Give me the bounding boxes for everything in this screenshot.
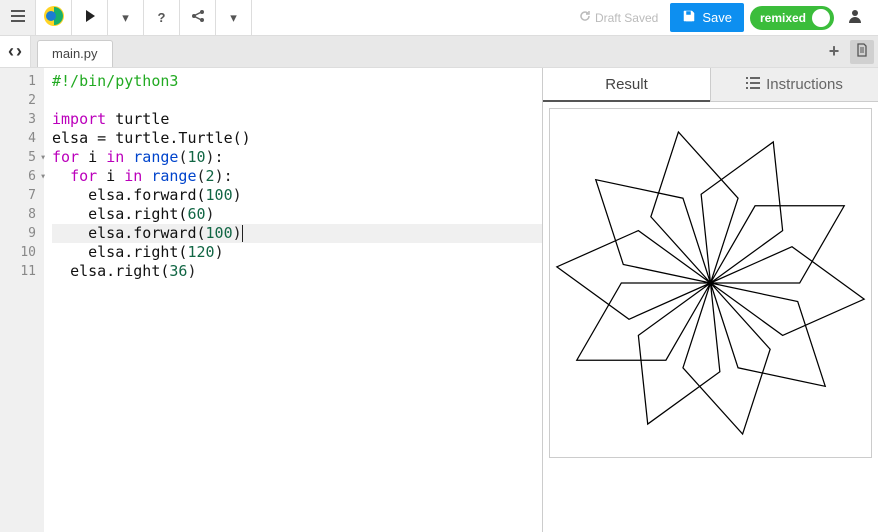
- line-number: 10: [0, 243, 44, 262]
- refresh-icon: [579, 10, 591, 25]
- app-logo[interactable]: [36, 0, 72, 35]
- play-icon: [83, 9, 97, 26]
- line-number: 11: [0, 262, 44, 281]
- draft-saved-status: Draft Saved: [573, 10, 664, 25]
- user-icon: [847, 8, 863, 27]
- code-line: import turtle: [52, 110, 542, 129]
- caret-down-icon: ▾: [122, 10, 129, 26]
- share-menu-button[interactable]: ▾: [216, 0, 252, 35]
- line-number: 3: [0, 110, 44, 129]
- code-line: elsa.right(60): [52, 205, 542, 224]
- output-panel: Result Instructions: [542, 68, 878, 532]
- share-button[interactable]: [180, 0, 216, 35]
- user-menu-button[interactable]: [840, 8, 870, 27]
- code-line: elsa.forward(100): [52, 224, 542, 243]
- main-area: 1 2 3 4 5 6 7 8 9 10 11 #!/bin/python3 i…: [0, 68, 878, 532]
- draft-saved-text: Draft Saved: [595, 11, 658, 25]
- save-button[interactable]: Save: [670, 3, 744, 32]
- list-icon: [746, 76, 760, 93]
- question-icon: ?: [158, 10, 166, 25]
- line-number: 2: [0, 91, 44, 110]
- line-number: 6: [0, 167, 44, 186]
- editor-subbar: ‹ › main.py +: [0, 36, 878, 68]
- tab-result[interactable]: Result: [543, 68, 710, 102]
- code-line: elsa = turtle.Turtle(): [52, 129, 542, 148]
- line-number: 8: [0, 205, 44, 224]
- run-button[interactable]: [72, 0, 108, 35]
- code-line: for i in range(2):: [52, 167, 542, 186]
- help-button[interactable]: ?: [144, 0, 180, 35]
- code-line: [52, 91, 542, 110]
- code-line: elsa.forward(100): [52, 186, 542, 205]
- nav-arrows: ‹ ›: [0, 36, 31, 67]
- text-cursor: [242, 225, 243, 242]
- code-editor[interactable]: 1 2 3 4 5 6 7 8 9 10 11 #!/bin/python3 i…: [0, 68, 542, 532]
- nav-back-button[interactable]: ‹: [8, 41, 14, 62]
- turtle-output-canvas: [549, 108, 872, 458]
- code-area[interactable]: #!/bin/python3 import turtle elsa = turt…: [44, 68, 542, 532]
- file-tab-main[interactable]: main.py: [37, 40, 113, 67]
- file-options-button[interactable]: [850, 40, 874, 64]
- panel-tabs: Result Instructions: [543, 68, 878, 102]
- line-gutter: 1 2 3 4 5 6 7 8 9 10 11: [0, 68, 44, 532]
- code-line: elsa.right(36): [52, 262, 542, 281]
- toggle-knob-icon: [812, 9, 830, 27]
- remixed-toggle[interactable]: remixed: [750, 6, 834, 30]
- line-number: 4: [0, 129, 44, 148]
- nav-forward-button[interactable]: ›: [16, 41, 22, 62]
- caret-down-icon: ▾: [230, 10, 237, 26]
- file-icon: [855, 43, 869, 60]
- share-icon: [191, 9, 205, 26]
- line-number: 1: [0, 72, 44, 91]
- run-menu-button[interactable]: ▾: [108, 0, 144, 35]
- save-label: Save: [702, 10, 732, 25]
- tab-instructions[interactable]: Instructions: [710, 68, 878, 102]
- save-icon: [682, 9, 696, 26]
- add-file-button[interactable]: +: [822, 40, 846, 64]
- result-canvas-wrap: [543, 102, 878, 532]
- code-line: for i in range(10):: [52, 148, 542, 167]
- hamburger-icon: [10, 8, 26, 27]
- menu-button[interactable]: [0, 0, 36, 35]
- line-number: 5: [0, 148, 44, 167]
- line-number: 9: [0, 224, 44, 243]
- topbar: ▾ ? ▾ Draft Saved Save remixed: [0, 0, 878, 36]
- code-line: #!/bin/python3: [52, 72, 542, 91]
- remixed-label: remixed: [760, 11, 806, 25]
- tab-instructions-label: Instructions: [766, 76, 843, 93]
- plus-icon: +: [829, 41, 840, 62]
- line-number: 7: [0, 186, 44, 205]
- code-line: elsa.right(120): [52, 243, 542, 262]
- trinket-logo-icon: [43, 5, 65, 30]
